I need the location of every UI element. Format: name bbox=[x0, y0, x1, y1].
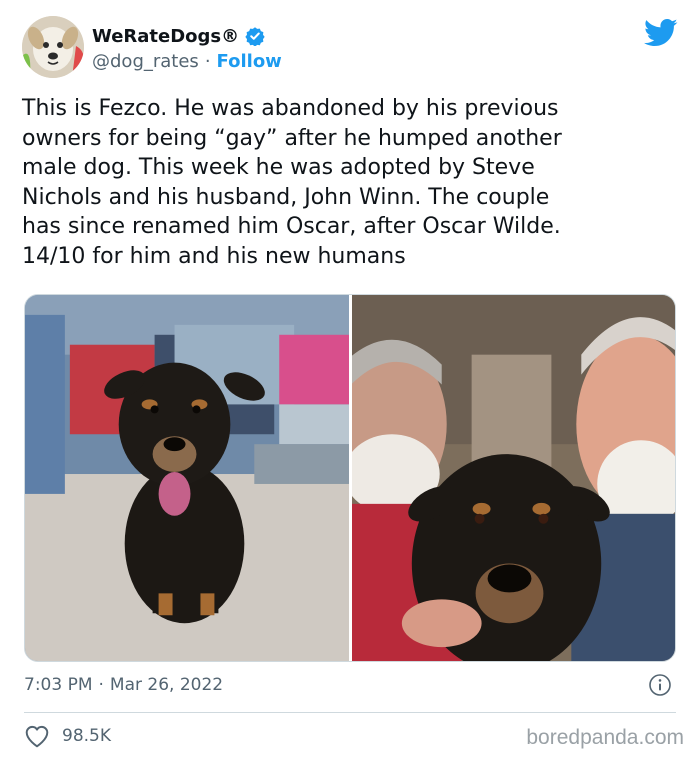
info-icon[interactable] bbox=[648, 673, 672, 697]
tweet-text: This is Fezco. He was abandoned by his p… bbox=[22, 96, 562, 269]
heart-icon[interactable] bbox=[24, 724, 50, 748]
tweet-time: 7:03 PM bbox=[24, 675, 93, 695]
tweet-header: WeRateDogs® @dog_rates · Follow bbox=[22, 16, 682, 80]
tweet-media[interactable] bbox=[24, 294, 676, 662]
display-name[interactable]: WeRateDogs® bbox=[92, 26, 239, 47]
handle[interactable]: @dog_rates bbox=[92, 51, 199, 72]
photo-dog-with-owners[interactable] bbox=[352, 295, 675, 661]
divider bbox=[24, 712, 676, 713]
separator-dot: · bbox=[98, 675, 104, 695]
handle-row: @dog_rates · Follow bbox=[92, 51, 282, 72]
tweet-date: Mar 26, 2022 bbox=[109, 675, 224, 695]
verified-badge-icon bbox=[245, 26, 265, 47]
watermark: boredpanda.com bbox=[526, 726, 684, 749]
author-block: WeRateDogs® @dog_rates · Follow bbox=[92, 24, 282, 73]
avatar[interactable] bbox=[22, 16, 84, 78]
like-action[interactable]: 98.5K bbox=[24, 724, 111, 748]
follow-button[interactable]: Follow bbox=[217, 51, 282, 72]
separator-dot: · bbox=[204, 51, 211, 72]
tweet-timestamp[interactable]: 7:03 PM · Mar 26, 2022 bbox=[24, 675, 223, 695]
like-count: 98.5K bbox=[62, 726, 111, 746]
name-row: WeRateDogs® bbox=[92, 24, 282, 48]
twitter-bird-icon[interactable] bbox=[644, 18, 678, 48]
photo-dog-shelter[interactable] bbox=[25, 295, 349, 661]
